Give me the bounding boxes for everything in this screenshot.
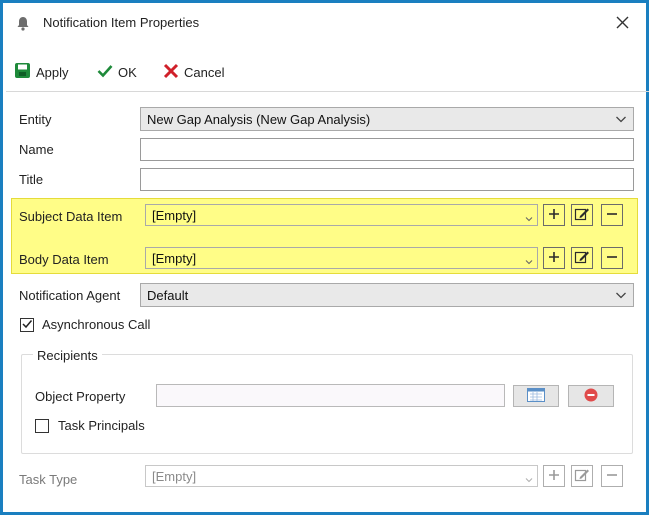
- task-type-label: Task Type: [19, 472, 78, 487]
- ok-label: OK: [118, 64, 137, 80]
- toolbar-divider: [6, 91, 649, 92]
- close-button[interactable]: [610, 12, 634, 36]
- subject-data-item-value: [Empty]: [152, 207, 197, 223]
- plus-square-icon: [547, 468, 561, 485]
- title-label: Title: [19, 172, 44, 187]
- checkmark-icon: [21, 318, 33, 333]
- remove-subject-button[interactable]: [601, 204, 623, 226]
- task-type-select[interactable]: [Empty]: [145, 465, 538, 487]
- cancel-label: Cancel: [184, 64, 225, 80]
- plus-square-icon: [547, 207, 561, 224]
- minus-square-icon: [605, 468, 619, 485]
- subject-data-item-select[interactable]: [Empty]: [145, 204, 538, 226]
- apply-button[interactable]: Apply: [14, 59, 69, 85]
- notification-agent-label: Notification Agent: [19, 288, 121, 303]
- cancel-x-icon: [163, 63, 179, 82]
- add-task-type-button[interactable]: [543, 465, 565, 487]
- edit-icon: [574, 467, 590, 486]
- chevron-down-icon: [525, 472, 533, 487]
- task-principals-checkbox[interactable]: [35, 419, 49, 433]
- edit-task-type-button[interactable]: [571, 465, 593, 487]
- bell-icon: [16, 16, 30, 34]
- object-property-input[interactable]: [156, 384, 505, 407]
- save-icon: [14, 62, 31, 82]
- name-label: Name: [19, 142, 54, 157]
- chevron-down-icon: [615, 288, 627, 305]
- entity-select[interactable]: New Gap Analysis (New Gap Analysis): [140, 107, 634, 131]
- chevron-down-icon: [525, 211, 533, 226]
- clear-property-button[interactable]: [568, 385, 614, 407]
- edit-body-button[interactable]: [571, 247, 593, 269]
- list-table-icon: [527, 387, 545, 405]
- edit-subject-button[interactable]: [571, 204, 593, 226]
- add-body-button[interactable]: [543, 247, 565, 269]
- remove-body-button[interactable]: [601, 247, 623, 269]
- body-data-item-select[interactable]: [Empty]: [145, 247, 538, 269]
- ok-button[interactable]: OK: [97, 59, 137, 85]
- plus-square-icon: [547, 250, 561, 267]
- apply-label: Apply: [36, 64, 69, 80]
- edit-icon: [574, 206, 590, 225]
- dialog-window: Notification Item Properties Apply OK Ca…: [0, 0, 649, 515]
- notification-agent-select[interactable]: Default: [140, 283, 634, 307]
- remove-circle-icon: [583, 387, 599, 406]
- body-data-item-value: [Empty]: [152, 250, 197, 266]
- notification-agent-value: Default: [147, 287, 189, 303]
- browse-properties-button[interactable]: [513, 385, 559, 407]
- remove-task-type-button[interactable]: [601, 465, 623, 487]
- checkmark-icon: [97, 64, 113, 81]
- chevron-down-icon: [615, 112, 627, 129]
- subject-data-item-label: Subject Data Item: [19, 209, 123, 224]
- entity-value: New Gap Analysis (New Gap Analysis): [147, 111, 371, 127]
- object-property-label: Object Property: [35, 389, 126, 404]
- task-type-value: [Empty]: [152, 468, 197, 484]
- add-subject-button[interactable]: [543, 204, 565, 226]
- body-data-item-label: Body Data Item: [19, 252, 109, 267]
- title-input[interactable]: [140, 168, 634, 191]
- toolbar: Apply OK Cancel: [6, 59, 649, 87]
- edit-icon: [574, 249, 590, 268]
- minus-square-icon: [605, 250, 619, 267]
- chevron-down-icon: [525, 254, 533, 269]
- close-icon: [616, 16, 629, 32]
- name-input[interactable]: [140, 138, 634, 161]
- dialog-title: Notification Item Properties: [43, 15, 200, 30]
- recipients-group-title: Recipients: [33, 348, 102, 363]
- minus-square-icon: [605, 207, 619, 224]
- asynchronous-call-label: Asynchronous Call: [42, 317, 151, 332]
- title-bar: Notification Item Properties: [6, 6, 649, 40]
- cancel-button[interactable]: Cancel: [163, 59, 224, 85]
- task-principals-label: Task Principals: [58, 418, 145, 433]
- asynchronous-call-checkbox[interactable]: [20, 318, 34, 332]
- entity-label: Entity: [19, 112, 52, 127]
